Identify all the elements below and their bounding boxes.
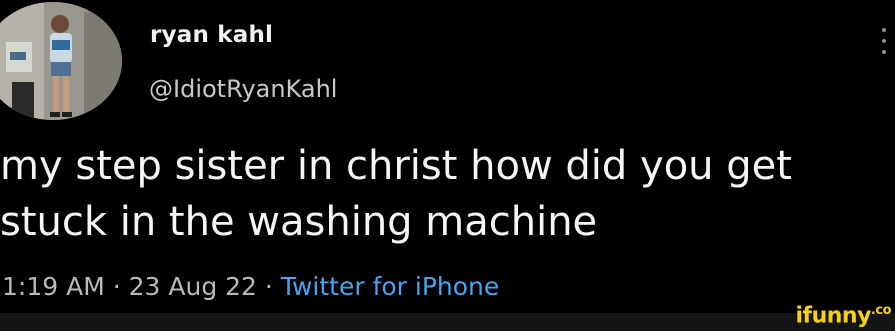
meta-separator: ·	[112, 272, 121, 301]
tweet-meta: 1:19 AM · 23 Aug 22 · Twitter for iPhone	[2, 272, 499, 301]
avatar[interactable]	[0, 2, 122, 120]
tweet-text-line: stuck in the washing machine	[0, 199, 598, 245]
menu-dot	[882, 50, 886, 54]
tweet-date[interactable]: 23 Aug 22	[129, 272, 257, 301]
user-handle[interactable]: @IdiotRyanKahl	[149, 75, 337, 103]
tweet-text-line: my step sister in christ how did you get	[0, 143, 792, 189]
tweet-card: ryan kahl @IdiotRyanKahl my step sister …	[0, 0, 895, 331]
tweet-time[interactable]: 1:19 AM	[2, 272, 105, 301]
menu-dot	[882, 39, 886, 43]
watermark-text: ifunny	[795, 303, 871, 329]
meta-separator: ·	[264, 272, 273, 301]
ifunny-watermark: ifunny.co	[795, 303, 891, 328]
display-name[interactable]: ryan kahl	[150, 22, 273, 48]
menu-dot	[882, 28, 886, 32]
footer-bar	[0, 313, 895, 331]
avatar-photo-icon	[0, 2, 122, 120]
tweet-source[interactable]: Twitter for iPhone	[281, 272, 499, 301]
tweet-text: my step sister in christ how did you get…	[0, 138, 895, 250]
more-options-icon[interactable]	[879, 28, 889, 54]
watermark-suffix: .co	[870, 303, 892, 318]
